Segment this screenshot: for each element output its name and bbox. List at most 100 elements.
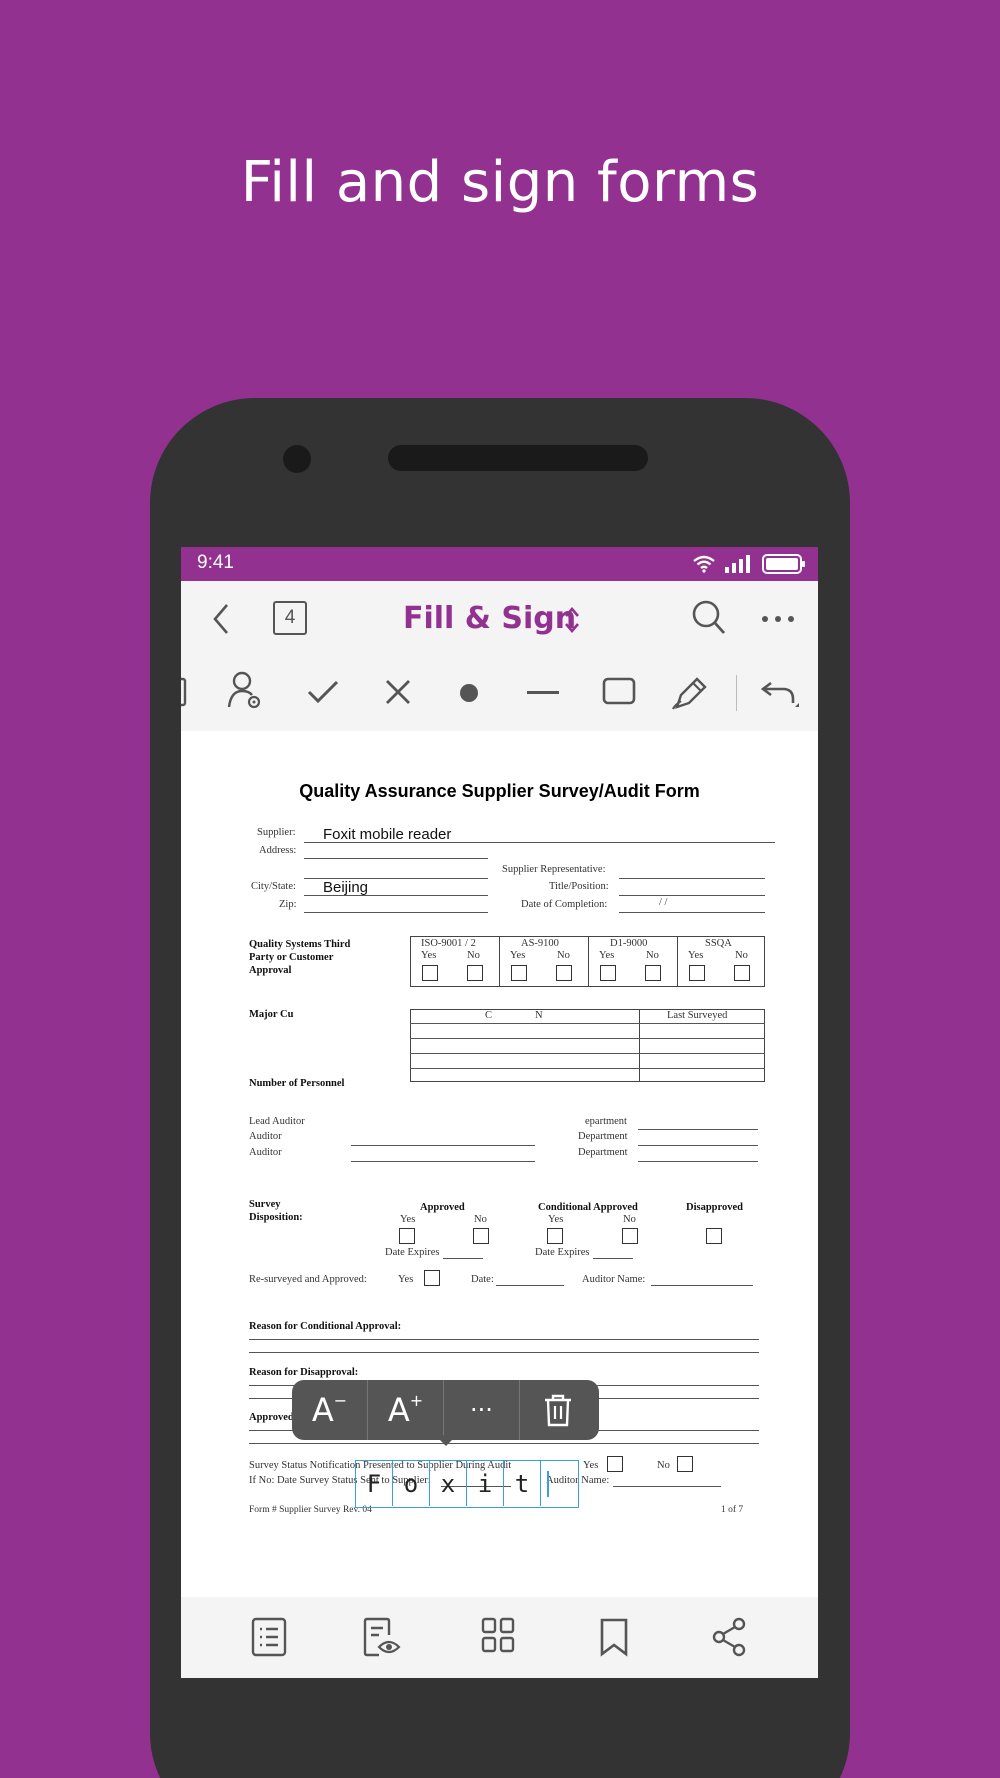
customers-divider (639, 1009, 640, 1082)
supplier-rep-line (619, 878, 765, 879)
d1-yes-checkbox[interactable] (600, 965, 616, 981)
qs-divider (499, 936, 500, 987)
comb-text-field[interactable]: F o x i t (355, 1460, 579, 1508)
department-line (638, 1129, 758, 1130)
date-expires-line-2 (593, 1258, 633, 1259)
no-label: No (623, 1214, 636, 1225)
comb-cell[interactable]: F (356, 1461, 393, 1506)
status-time: 9:41 (197, 552, 234, 573)
bottom-navigation (181, 1597, 818, 1678)
yes-label: Yes (688, 950, 704, 961)
page-count-button[interactable]: 4 (273, 601, 307, 635)
auditor-name-line-2 (613, 1486, 721, 1487)
review-icon[interactable] (363, 1617, 401, 1657)
delete-button[interactable] (520, 1380, 596, 1440)
auditor-label: Auditor (249, 1131, 282, 1142)
signature-icon[interactable] (671, 671, 713, 713)
as-no-checkbox[interactable] (556, 965, 572, 981)
share-icon[interactable] (711, 1617, 747, 1657)
qs-col-ssqa: SSQA (705, 938, 732, 949)
no-label: No (657, 1460, 670, 1471)
d1-no-checkbox[interactable] (645, 965, 661, 981)
department-label-partial: epartment (585, 1116, 627, 1127)
yes-label: Yes (599, 950, 615, 961)
line-icon[interactable] (527, 691, 559, 695)
list-icon[interactable] (251, 1617, 287, 1657)
num-personnel-label: Number of Personnel (249, 1078, 345, 1089)
comb-cell[interactable]: i (467, 1461, 504, 1506)
check-icon[interactable] (307, 679, 339, 705)
conditional-no-checkbox[interactable] (622, 1228, 638, 1244)
approved-yes-checkbox[interactable] (399, 1228, 415, 1244)
customers-row-line (410, 1038, 765, 1039)
comb-cell[interactable]: t (504, 1461, 541, 1506)
iso-no-checkbox[interactable] (467, 965, 483, 981)
cross-icon[interactable] (385, 679, 411, 705)
chevron-updown-icon[interactable] (563, 605, 581, 635)
back-icon[interactable] (211, 603, 231, 635)
increase-font-label: A (387, 1391, 410, 1429)
iso-yes-checkbox[interactable] (422, 965, 438, 981)
profile-icon[interactable] (227, 671, 263, 711)
text-format-popup: A − A + ··· (292, 1380, 599, 1440)
comb-cell[interactable]: x (430, 1461, 467, 1506)
disapproved-label: Disapproved (686, 1202, 743, 1213)
more-label: ··· (470, 1396, 493, 1424)
customer-header-partial-2: N (535, 1010, 543, 1021)
rectangle-icon[interactable] (602, 677, 636, 705)
trash-icon (545, 1394, 571, 1427)
increase-font-button[interactable]: A + (368, 1380, 444, 1440)
bookmark-icon[interactable] (599, 1617, 629, 1657)
resurveyed-label: Re-surveyed and Approved: (249, 1274, 367, 1285)
as-yes-checkbox[interactable] (511, 965, 527, 981)
toolbar-divider (736, 675, 737, 711)
resurveyed-yes-checkbox[interactable] (424, 1270, 440, 1286)
comb-cell-cursor[interactable] (541, 1461, 578, 1506)
customers-row-line (410, 1053, 765, 1054)
decrease-font-button[interactable]: A − (292, 1380, 368, 1440)
disapproved-checkbox[interactable] (706, 1228, 722, 1244)
qs-col-as: AS-9100 (521, 938, 559, 949)
department-label: Department (578, 1131, 628, 1142)
city-label: City/State: (251, 881, 296, 892)
approved-no-checkbox[interactable] (473, 1228, 489, 1244)
auditor-name-label: Auditor Name: (582, 1274, 646, 1285)
title-position-label: Title/Position: (549, 881, 609, 892)
approved-manufacture-line-2 (249, 1443, 759, 1444)
dot-icon[interactable] (459, 683, 479, 703)
ssqa-no-checkbox[interactable] (734, 965, 750, 981)
date-slashes: / / (659, 897, 668, 908)
reason-disapproval-label: Reason for Disapproval: (249, 1367, 359, 1378)
more-options-button[interactable]: ··· (444, 1380, 520, 1440)
fill-sign-toolbar (181, 655, 818, 731)
notification-yes-checkbox[interactable] (607, 1456, 623, 1472)
customers-row-line (410, 1068, 765, 1069)
date-expires-label-2: Date Expires (535, 1247, 590, 1258)
department-label-2: Department (578, 1147, 628, 1158)
headline: Fill and sign forms (240, 150, 760, 215)
qs-divider (677, 936, 678, 987)
grid-icon[interactable] (481, 1617, 515, 1653)
signal-icon (725, 555, 750, 573)
app-title[interactable]: Fill & Sign (403, 601, 576, 636)
supplier-field[interactable]: Foxit mobile reader (323, 826, 451, 843)
no-label: No (557, 950, 570, 961)
date-completion-label: Date of Completion: (521, 899, 608, 910)
qs-col-d1: D1-9000 (610, 938, 648, 949)
notification-no-checkbox[interactable] (677, 1456, 693, 1472)
ssqa-yes-checkbox[interactable] (689, 965, 705, 981)
zip-line (304, 912, 488, 913)
more-options-icon[interactable] (761, 615, 795, 623)
auditor-line (351, 1145, 535, 1146)
conditional-yes-checkbox[interactable] (547, 1228, 563, 1244)
city-field[interactable]: Beijing (323, 879, 368, 896)
text-icon[interactable] (181, 677, 189, 707)
comb-cell[interactable]: o (393, 1461, 430, 1506)
undo-icon[interactable] (761, 677, 801, 709)
reason-conditional-line-2 (249, 1352, 759, 1353)
decrease-font-label: A (311, 1391, 334, 1429)
date-expires-line (443, 1258, 483, 1259)
qs-divider (588, 936, 589, 987)
wifi-icon (693, 555, 715, 573)
search-icon[interactable] (691, 599, 727, 637)
